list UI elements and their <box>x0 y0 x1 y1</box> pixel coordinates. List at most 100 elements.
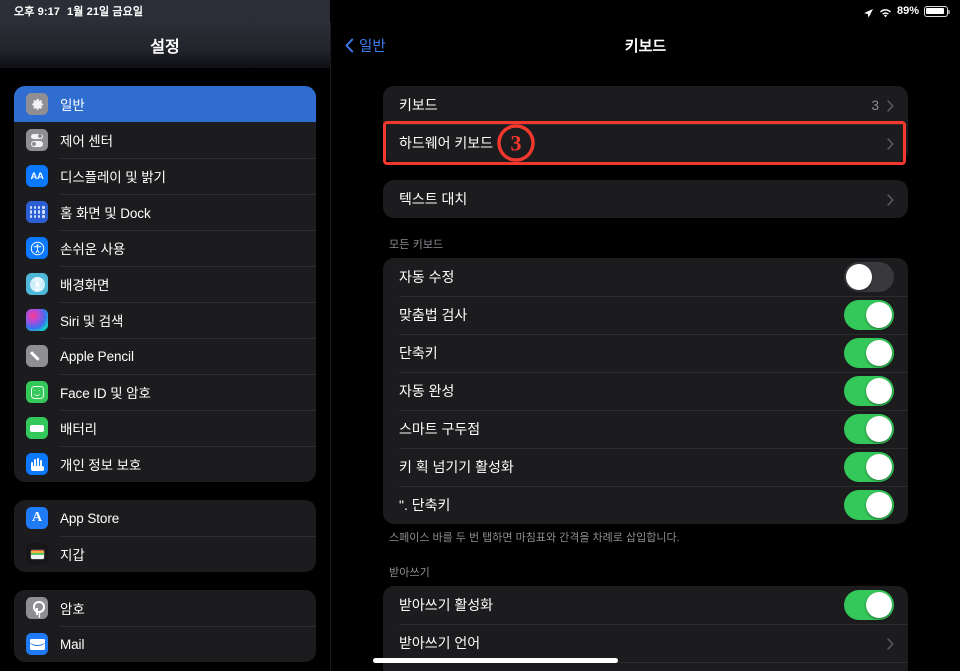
sidebar-item-face-id-passcode[interactable]: Face ID 및 암호 <box>14 374 316 410</box>
sidebar-item-siri-search[interactable]: Siri 및 검색 <box>14 302 316 338</box>
battery-icon <box>924 5 950 17</box>
apple-pencil-icon <box>26 345 48 367</box>
sidebar-item-wallpaper[interactable]: 배경화면 <box>14 266 316 302</box>
all-keyboards-card: 자동 수정 맞춤법 검사 단축키 자동 완성 스마트 구두점 키 획 넘기기 활… <box>383 258 908 524</box>
home-indicator <box>373 658 618 663</box>
row-keyboards[interactable]: 키보드 3 <box>383 86 908 124</box>
sidebar-item-label: App Store <box>60 510 120 526</box>
accessibility-icon <box>26 237 48 259</box>
chevron-right-icon <box>887 99 894 112</box>
sidebar-item-label: 배터리 <box>60 422 97 437</box>
chevron-right-icon <box>887 637 894 650</box>
row-enable-dictation[interactable]: 받아쓰기 활성화 <box>383 586 908 624</box>
row-partially-visible[interactable] <box>383 661 908 671</box>
page-title: 키보드 <box>624 37 667 55</box>
sidebar-item-label: 손쉬운 사용 <box>60 242 126 257</box>
row-predictive[interactable]: 자동 완성 <box>383 372 908 410</box>
sidebar-item-wallet[interactable]: 지갑 <box>14 536 316 572</box>
sidebar-item-app-store[interactable]: A App Store <box>14 500 316 536</box>
sidebar-item-label: 개인 정보 보호 <box>60 458 142 473</box>
battery-percent: 89% <box>896 5 919 17</box>
row-label: 맞춤법 검사 <box>399 307 468 323</box>
sidebar-group-system: 일반 제어 센터 AA 디스플레이 및 밝기 홈 화면 및 Dock 손쉬운 사… <box>14 86 316 482</box>
sidebar-item-label: 일반 <box>60 98 85 113</box>
settings-sidebar: 설정 일반 제어 센터 AA 디스플레이 및 밝기 홈 화면 및 Dock 손쉬… <box>0 22 330 671</box>
toggle-shortcuts[interactable] <box>844 338 894 368</box>
sidebar-item-apple-pencil[interactable]: Apple Pencil <box>14 338 316 374</box>
row-label: 받아쓰기 활성화 <box>399 596 494 613</box>
row-label: 키 획 넘기기 활성화 <box>399 459 514 475</box>
detail-header: 일반 키보드 <box>331 22 960 68</box>
battery-icon <box>26 417 48 439</box>
siri-icon <box>26 309 48 331</box>
row-label: 단축키 <box>399 345 438 361</box>
sidebar-item-label: Mail <box>60 636 85 652</box>
sidebar-item-label: Face ID 및 암호 <box>60 386 151 401</box>
wifi-icon <box>879 6 892 17</box>
sidebar-scroll-area[interactable]: 일반 제어 센터 AA 디스플레이 및 밝기 홈 화면 및 Dock 손쉬운 사… <box>0 68 330 662</box>
row-shortcuts[interactable]: 단축키 <box>383 334 908 372</box>
sidebar-item-label: Apple Pencil <box>60 348 134 364</box>
sidebar-item-label: 디스플레이 및 밝기 <box>60 170 166 185</box>
section-header-all-keyboards: 모든 키보드 <box>389 239 444 251</box>
wallet-icon <box>26 543 48 565</box>
toggle-spell-check[interactable] <box>844 300 894 330</box>
section-header-dictation: 받아쓰기 <box>389 566 430 579</box>
row-label: 자동 완성 <box>399 383 455 399</box>
row-hardware-keyboard[interactable]: 하드웨어 키보드 <box>383 124 908 162</box>
toggle-slide-to-type[interactable] <box>844 452 894 482</box>
row-smart-punctuation[interactable]: 스마트 구두점 <box>383 410 908 448</box>
sidebar-item-display-brightness[interactable]: AA 디스플레이 및 밝기 <box>14 158 316 194</box>
toggle-predictive[interactable] <box>844 376 894 406</box>
row-period-shortcut[interactable]: ". 단축키 <box>383 486 908 524</box>
row-label: 스마트 구두점 <box>399 421 481 437</box>
status-time: 오후 9:17 <box>14 6 61 18</box>
back-button-label: 일반 <box>359 38 386 55</box>
sidebar-header: 설정 <box>0 22 330 68</box>
row-label: 받아쓰기 언어 <box>399 634 481 651</box>
detail-scroll-area[interactable]: 키보드 3 하드웨어 키보드 텍스트 대치 모든 키보드 자동 수정 맞춤법 검… <box>331 68 960 671</box>
section-footer-all-keyboards: 스페이스 바를 두 번 탭하면 마침표와 간격을 차례로 삽입합니다. <box>389 532 680 544</box>
text-replacement-card: 텍스트 대치 <box>383 180 908 218</box>
sidebar-item-general[interactable]: 일반 <box>14 86 316 122</box>
sidebar-item-control-center[interactable]: 제어 센터 <box>14 122 316 158</box>
app-store-icon: A <box>26 507 48 529</box>
keyboards-card: 키보드 3 하드웨어 키보드 <box>383 86 908 162</box>
back-button[interactable]: 일반 <box>345 35 386 56</box>
row-text-replacement[interactable]: 텍스트 대치 <box>383 180 908 218</box>
status-bar-left: 오후 9:17 1월 21일 금요일 <box>0 0 330 22</box>
sidebar-item-privacy[interactable]: 개인 정보 보호 <box>14 446 316 482</box>
home-screen-dock-icon <box>26 201 48 223</box>
row-dictation-languages[interactable]: 받아쓰기 언어 <box>383 623 908 662</box>
privacy-hand-icon <box>26 453 48 475</box>
row-spell-check[interactable]: 맞춤법 검사 <box>383 296 908 334</box>
passwords-key-icon <box>26 597 48 619</box>
keyboard-settings-pane: 일반 키보드 키보드 3 하드웨어 키보드 텍스트 대치 모든 키보드 자동 수… <box>330 22 960 671</box>
display-brightness-icon: AA <box>26 165 48 187</box>
row-label: 키보드 <box>399 97 438 113</box>
sidebar-item-home-screen-dock[interactable]: 홈 화면 및 Dock <box>14 194 316 230</box>
sidebar-title: 설정 <box>150 39 180 56</box>
sidebar-item-passwords[interactable]: 암호 <box>14 590 316 626</box>
chevron-left-icon <box>345 38 354 53</box>
toggle-period-shortcut[interactable] <box>844 490 894 520</box>
sidebar-item-accessibility[interactable]: 손쉬운 사용 <box>14 230 316 266</box>
toggle-enable-dictation[interactable] <box>844 589 894 620</box>
sidebar-item-label: 제어 센터 <box>60 134 113 149</box>
sidebar-item-battery[interactable]: 배터리 <box>14 410 316 446</box>
status-bar-right: 89% <box>330 0 960 22</box>
row-slide-to-type[interactable]: 키 획 넘기기 활성화 <box>383 448 908 486</box>
sidebar-item-label: 홈 화면 및 Dock <box>60 206 151 221</box>
row-auto-correction[interactable]: 자동 수정 <box>383 258 908 296</box>
chevron-right-icon <box>887 193 894 206</box>
sidebar-item-label: 지갑 <box>60 548 85 563</box>
face-id-icon <box>26 381 48 403</box>
toggle-auto-correction[interactable] <box>844 262 894 292</box>
row-value: 3 <box>871 97 879 113</box>
row-label: 자동 수정 <box>399 269 455 285</box>
status-date: 1월 21일 금요일 <box>67 6 144 18</box>
sidebar-item-mail[interactable]: Mail <box>14 626 316 662</box>
toggle-smart-punctuation[interactable] <box>844 414 894 444</box>
control-center-icon <box>26 129 48 151</box>
sidebar-group-accounts: 암호 Mail <box>14 590 316 662</box>
